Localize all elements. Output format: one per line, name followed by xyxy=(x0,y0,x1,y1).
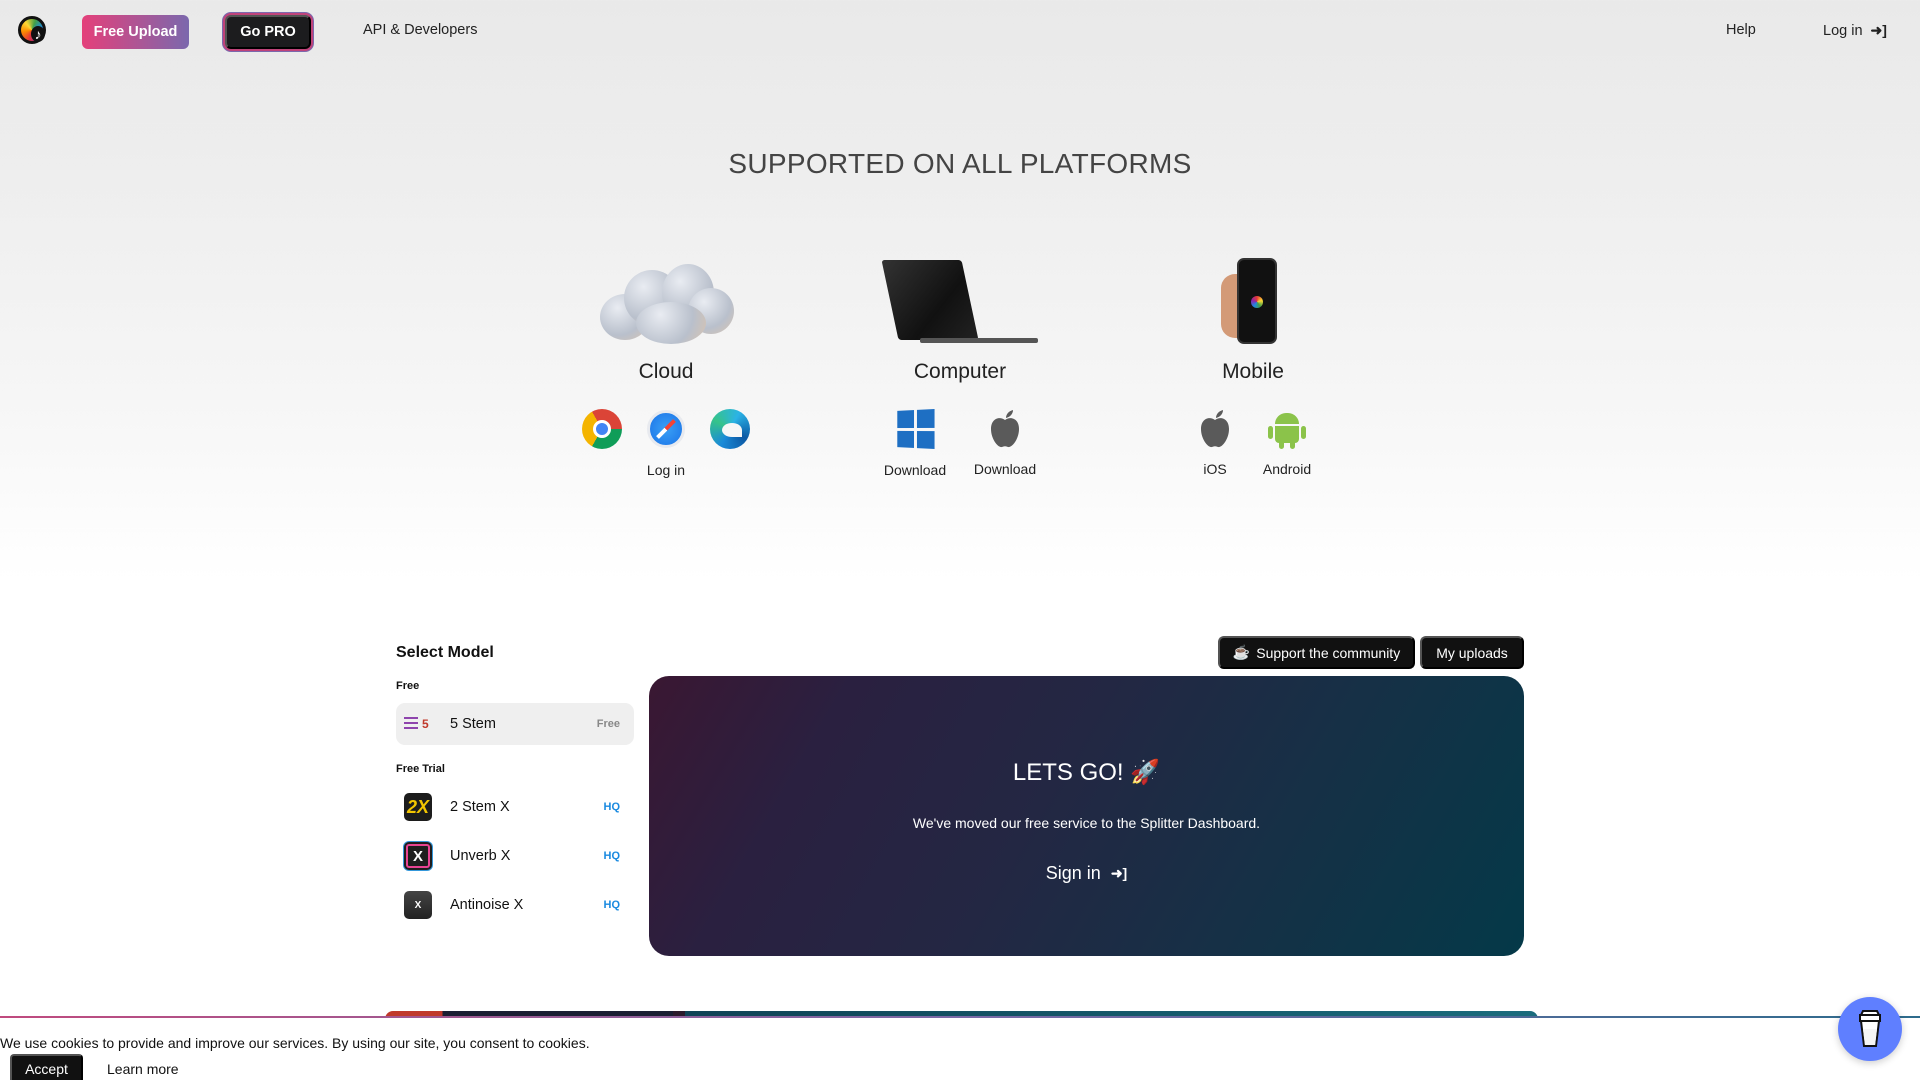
group-label-free: Free xyxy=(396,680,420,692)
apple-icon xyxy=(985,409,1025,457)
select-model-heading: Select Model xyxy=(396,644,494,661)
chrome-icon xyxy=(582,409,622,449)
model-5-stem[interactable]: 5 5 Stem Free xyxy=(396,703,634,745)
android-icon xyxy=(1267,409,1307,449)
buy-me-a-coffee-icon xyxy=(1859,1010,1881,1047)
ios-link[interactable]: iOS xyxy=(1175,409,1255,477)
api-developers-link[interactable]: API & Developers xyxy=(363,22,477,38)
coffee-cup-icon: ☕ xyxy=(1232,644,1251,660)
apple-icon xyxy=(1195,409,1235,457)
free-upload-button[interactable]: Free Upload xyxy=(82,15,189,49)
model-tag: Free xyxy=(596,718,620,730)
model-2-stem-x[interactable]: 2X 2 Stem X HQ xyxy=(396,786,634,828)
sign-in-icon: ➜] xyxy=(1110,865,1128,881)
windows-download-label: Download xyxy=(883,462,947,478)
5-stem-icon: 5 xyxy=(404,710,432,738)
platform-cloud: Cloud xyxy=(536,258,796,384)
model-name: 2 Stem X xyxy=(450,799,510,815)
mac-download-link[interactable]: Download xyxy=(965,409,1045,477)
model-name: Antinoise X xyxy=(450,897,524,913)
platform-computer: Computer xyxy=(830,258,1090,384)
my-uploads-button[interactable]: My uploads xyxy=(1420,636,1524,669)
go-pro-button[interactable]: Go PRO xyxy=(225,15,311,49)
edge-icon xyxy=(710,409,750,449)
platform-name: Computer xyxy=(913,360,1007,383)
windows-download-link[interactable]: Download xyxy=(875,409,955,478)
login-link[interactable]: Log in ➜] xyxy=(1823,22,1887,39)
accept-cookies-button[interactable]: Accept xyxy=(10,1054,83,1080)
windows-icon xyxy=(897,409,935,449)
model-tag: HQ xyxy=(603,899,621,911)
top-nav: ♪ Free Upload Go PRO API & Developers He… xyxy=(0,0,1920,64)
model-antinoise-x[interactable]: X Antinoise X HQ xyxy=(396,884,634,926)
model-unverb-x[interactable]: X Unverb X HQ xyxy=(396,835,634,877)
model-tag: HQ xyxy=(603,801,621,813)
unverb-x-icon: X xyxy=(404,842,432,870)
edge-link[interactable] xyxy=(690,409,770,449)
sign-in-icon: ➜] xyxy=(1870,22,1887,38)
platform-name: Cloud xyxy=(638,360,694,383)
buy-me-a-coffee-button[interactable] xyxy=(1838,997,1902,1061)
help-link[interactable]: Help xyxy=(1726,22,1756,38)
hero-message: We've moved our free service to the Spli… xyxy=(912,815,1261,831)
music-note-logo-icon[interactable]: ♪ xyxy=(18,16,46,44)
mac-download-label: Download xyxy=(973,461,1037,477)
model-name: Unverb X xyxy=(450,848,511,864)
safari-icon xyxy=(647,410,685,448)
login-label: Log in xyxy=(1823,22,1863,39)
hero-title: LETS GO! 🚀 xyxy=(1012,759,1161,786)
ios-label: iOS xyxy=(1203,461,1227,477)
cookie-banner: We use cookies to provide and improve ou… xyxy=(0,1016,1920,1080)
learn-more-link[interactable]: Learn more xyxy=(107,1061,179,1077)
model-name: 5 Stem xyxy=(450,716,496,732)
platform-name: Mobile xyxy=(1222,360,1284,383)
hero-panel: LETS GO! 🚀 We've moved our free service … xyxy=(649,676,1524,956)
cloud-image xyxy=(536,258,796,350)
model-tag: HQ xyxy=(603,850,621,862)
sign-in-label: Sign in xyxy=(1045,863,1101,883)
platforms-heading: SUPPORTED ON ALL PLATFORMS xyxy=(728,148,1192,179)
sign-in-button[interactable]: Sign in ➜] xyxy=(649,863,1524,884)
cloud-login-label: Log in xyxy=(646,462,686,478)
group-label-free-trial: Free Trial xyxy=(396,763,445,775)
phone-in-hand-image xyxy=(1123,258,1383,350)
antinoise-x-icon: X xyxy=(404,891,432,919)
android-label: Android xyxy=(1262,461,1312,477)
android-link[interactable]: Android xyxy=(1247,409,1327,477)
support-community-button[interactable]: ☕ Support the community xyxy=(1218,636,1415,669)
cookie-text: We use cookies to provide and improve ou… xyxy=(0,1035,590,1051)
support-label: Support the community xyxy=(1256,644,1401,661)
2-stem-x-icon: 2X xyxy=(404,793,432,821)
laptop-image xyxy=(830,258,1090,350)
platform-mobile: Mobile xyxy=(1123,258,1383,384)
